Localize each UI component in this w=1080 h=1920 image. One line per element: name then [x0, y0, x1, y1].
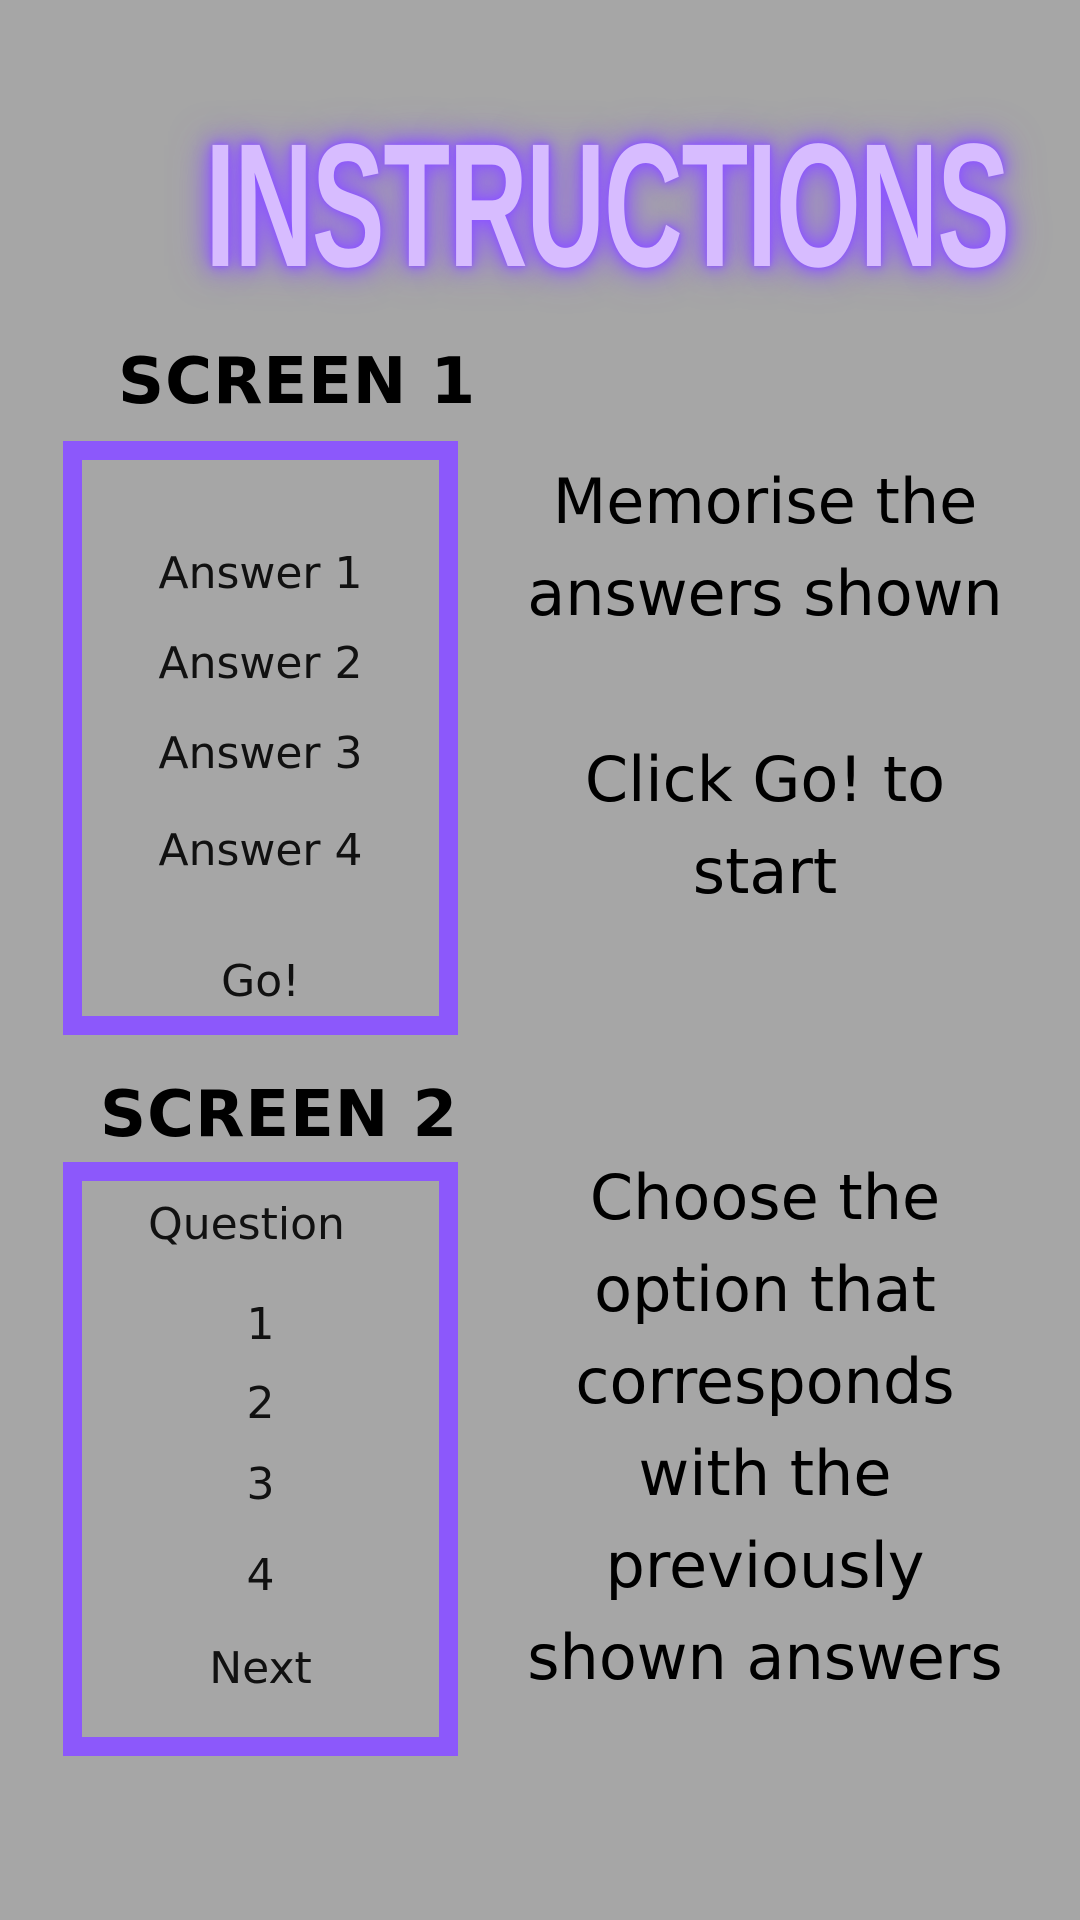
option-2-text: 2 — [246, 1378, 275, 1429]
page-title: INSTRUCTIONS — [205, 108, 1010, 304]
screen-1-heading: SCREEN 1 — [118, 345, 477, 419]
answer-4-text: Answer 4 — [158, 825, 363, 876]
answer-3-text: Answer 3 — [158, 728, 363, 779]
screen-1-mockup: Answer 1 Answer 2 Answer 3 Answer 4 Go! — [63, 441, 458, 1035]
screen-2-heading: SCREEN 2 — [100, 1078, 459, 1152]
screen-2-mockup: Question 1 2 3 4 Next — [63, 1162, 458, 1756]
screen-1-instruction-start: Click Go! to start — [584, 743, 946, 908]
question-text: Question — [148, 1199, 345, 1250]
option-1-text: 1 — [246, 1299, 275, 1350]
go-button-mockup: Go! — [221, 956, 300, 1007]
next-button-mockup: Next — [209, 1643, 312, 1694]
screen-2-instruction: Choose the option that corresponds with … — [527, 1161, 1003, 1694]
option-4-text: 4 — [246, 1550, 275, 1601]
option-3-text: 3 — [246, 1459, 275, 1510]
answer-2-text: Answer 2 — [158, 638, 363, 689]
answer-1-text: Answer 1 — [158, 548, 363, 599]
screen-1-instruction-memorise: Memorise the answers shown — [527, 465, 1003, 630]
